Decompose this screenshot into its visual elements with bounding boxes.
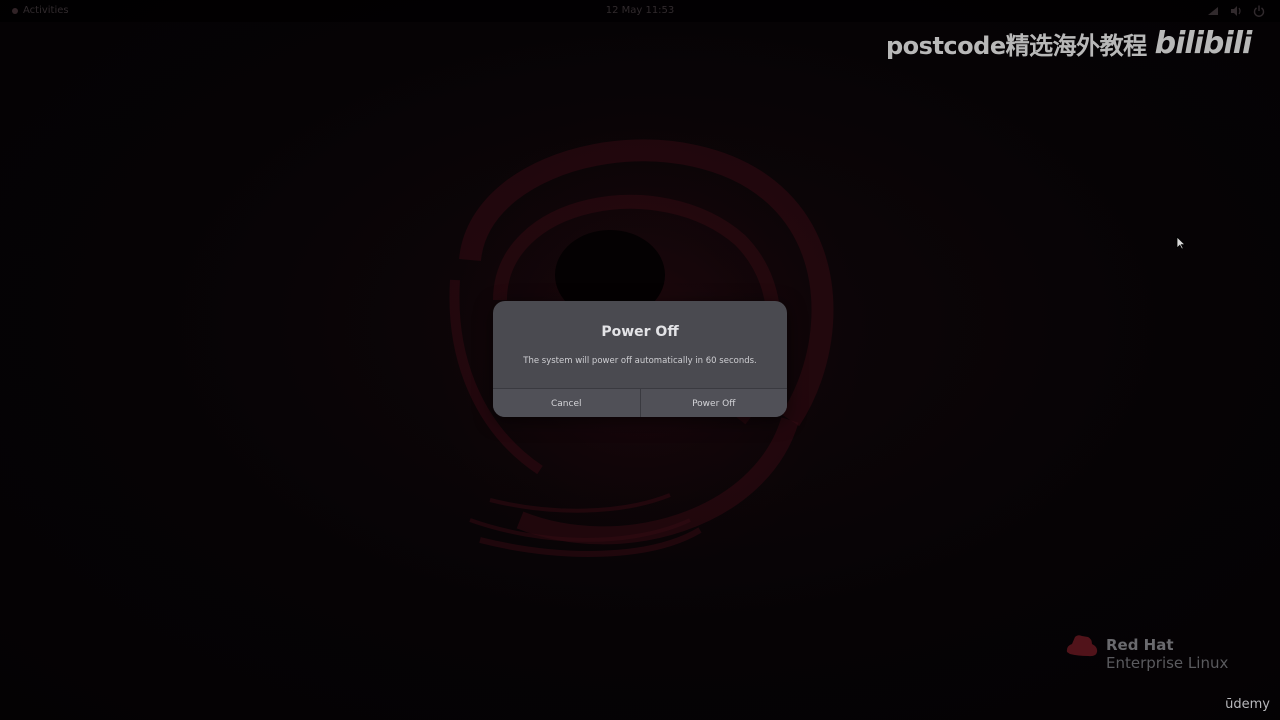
udemy-watermark: ūdemy [1225,697,1270,712]
desktop-screen: Activities 12 May 11:53 postcode精选海外教程 b… [0,0,1280,720]
red-hat-label: Red Hat [1106,636,1174,654]
enterprise-linux-label: Enterprise Linux [1106,654,1229,672]
dialog-message: The system will power off automatically … [523,356,757,366]
power-off-dialog: Power Off The system will power off auto… [493,301,787,417]
red-hat-logo-icon [1066,635,1098,657]
cancel-button[interactable]: Cancel [493,389,640,417]
dialog-button-row: Cancel Power Off [493,388,787,417]
red-hat-branding: Red Hat Enterprise Linux [1064,632,1228,672]
dialog-title: Power Off [601,324,679,340]
red-hat-wordmark: Red Hat Enterprise Linux [1106,636,1228,672]
power-off-button[interactable]: Power Off [639,389,787,417]
